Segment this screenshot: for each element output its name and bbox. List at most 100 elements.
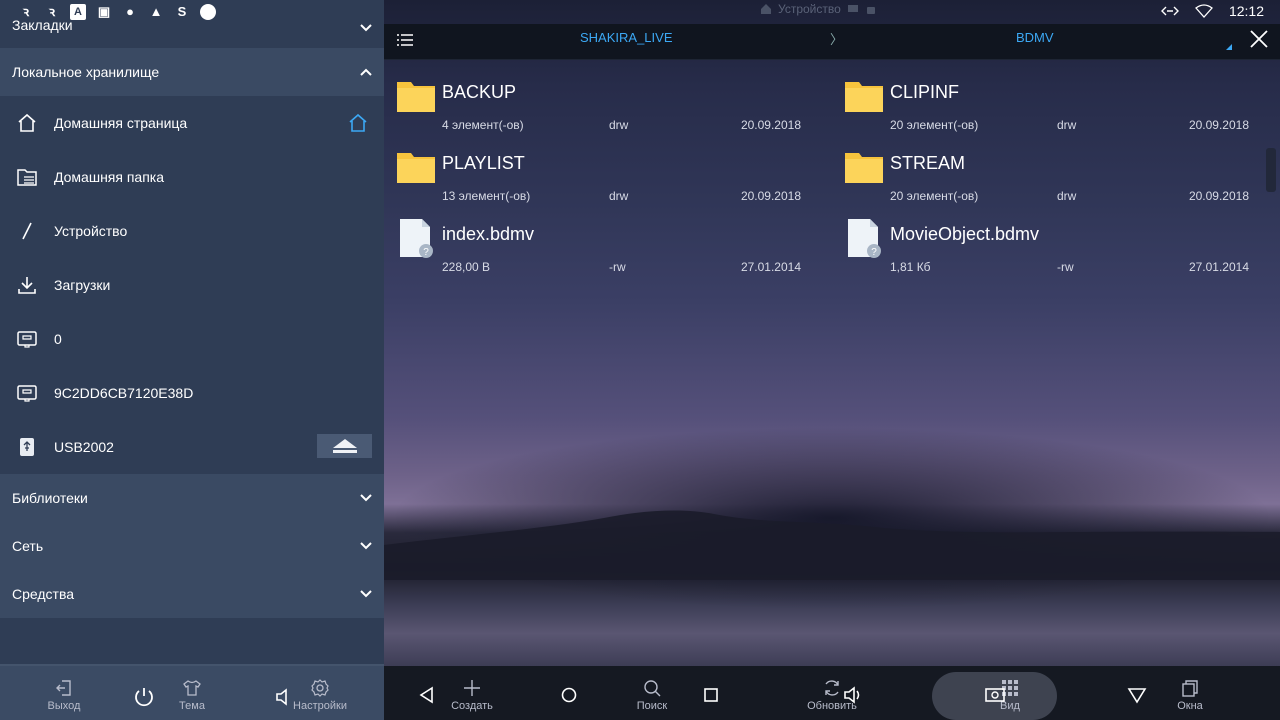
folder-icon [845,153,883,183]
file-name: BACKUP [442,82,517,102]
file-date: 20.09.2018 [1188,189,1249,203]
view-label: Вид [1000,700,1020,712]
back-icon[interactable] [416,684,438,706]
breadcrumb-bdmv[interactable]: BDMV [1016,30,1054,45]
sidebar-item-storage-0[interactable]: 0 [0,312,384,366]
folder-icon [397,82,435,112]
ethernet-icon [1160,6,1179,16]
screenshot-icon[interactable] [984,684,1006,706]
status-center: Устройство [760,2,877,16]
eject-icon [332,439,357,453]
breadcrumb-shakira-live[interactable]: SHAKIRA_LIVE [580,30,673,45]
file-name: CLIPINF [890,82,960,102]
sidebar-item-storage-9c2dd6[interactable]: 9C2DD6CB7120E38D [0,366,384,420]
file-item-clipinf[interactable]: CLIPINF 20 элемент(-ов) drw 20.09.2018 [832,66,1252,136]
s-icon: S [177,4,187,19]
svg-text:?: ? [423,247,429,258]
path-bar: SHAKIRA_LIVE 〉 BDMV [384,24,1280,60]
sidebar-item-label: Загрузки [54,277,111,293]
file-item-stream[interactable]: STREAM 20 элемент(-ов) drw 20.09.2018 [832,137,1252,207]
home-icon [761,4,771,14]
file-meta: 228,00 B [442,260,491,274]
file-item-playlist[interactable]: PLAYLIST 13 элемент(-ов) drw 20.09.2018 [384,137,804,207]
android-icon [866,7,875,14]
file-item-backup[interactable]: BACKUP 4 элемент(-ов) drw 20.09.2018 [384,66,804,136]
home-circle-icon[interactable] [558,684,580,706]
sidebar-item-home-folder[interactable]: Домашняя папка [0,150,384,204]
folder-list-icon [17,169,37,186]
exit-icon [56,680,71,696]
clock: 12:12 [1228,3,1264,19]
create-button[interactable]: Создать [432,666,512,720]
file-date: 27.01.2014 [1188,260,1249,274]
default-home-icon[interactable] [348,113,368,133]
wifi-icon [1194,4,1213,18]
tools-header[interactable]: Средства [0,570,384,618]
navigation-drawer: Закладки Локальное хранилище Домашняя ст… [0,0,384,720]
local-storage-header[interactable]: Локальное хранилище [0,48,384,96]
list-menu-icon[interactable] [396,31,414,49]
file-name: index.bdmv [442,224,535,244]
file-item-movieobject-bdmv[interactable]: ? MovieObject.bdmv 1,81 Кб -rw 27.01.201… [832,208,1252,278]
folder-icon [845,82,883,112]
sidebar-item-label: 0 [54,331,62,347]
sidebar-item-label: 9C2DD6CB7120E38D [54,385,194,401]
file-meta: 20 элемент(-ов) [890,189,979,203]
home-icon [18,113,36,132]
sidebar-item-label: Домашняя папка [54,169,165,185]
sidebar-item-label: USB2002 [54,439,114,455]
corner-triangle-icon [1226,44,1232,50]
search-label: Поиск [636,700,668,712]
local-storage-header-label: Локальное хранилище [12,64,160,80]
recents-icon[interactable] [700,684,722,706]
settings-button[interactable]: Настройки [280,666,360,720]
usb-icon [20,438,34,456]
scrollbar-handle[interactable] [1266,148,1276,192]
circle-icon [200,4,216,20]
breadcrumb-separator: 〉 [830,32,844,47]
gear-icon [311,679,329,697]
slash-icon [22,222,32,240]
windows-label: Окна [1177,700,1203,712]
eject-button[interactable] [317,434,372,458]
sidebar-item-downloads[interactable]: Загрузки [0,258,384,312]
exit-button[interactable]: Выход [24,666,104,720]
shirt-icon [183,680,201,696]
file-date: 20.09.2018 [740,189,801,203]
chevron-up-icon [360,68,372,76]
create-label: Создать [451,700,493,712]
file-permissions: -rw [1057,260,1074,274]
file-meta: 20 элемент(-ов) [890,118,979,132]
file-meta: 1,81 Кб [890,260,931,274]
sidebar-item-home-page[interactable]: Домашняя страница [0,96,384,150]
file-name: STREAM [890,153,966,173]
sd-card-icon [17,331,37,348]
theme-button[interactable]: Тема [152,666,232,720]
file-permissions: drw [609,189,629,203]
svg-text:?: ? [871,247,877,258]
search-icon [644,680,661,697]
network-header[interactable]: Сеть [0,522,384,570]
notification-icons: ꝛ ꝛ A ▣ ● ▲ S [18,4,216,20]
file-item-index-bdmv[interactable]: ? index.bdmv 228,00 B -rw 27.01.2014 [384,208,804,278]
file-meta: 4 элемент(-ов) [442,118,524,132]
windows-icon [1182,680,1198,697]
windows-button[interactable]: Окна [1150,666,1230,720]
search-button[interactable]: Поиск [612,666,692,720]
chevron-down-icon [360,542,372,550]
sidebar-item-device[interactable]: Устройство [0,204,384,258]
file-name: PLAYLIST [442,153,525,173]
sidebar-item-label: Домашняя страница [54,115,188,131]
chevron-down-icon [360,590,372,598]
close-icon[interactable] [1248,28,1270,50]
settings-label: Настройки [293,700,347,712]
libraries-header[interactable]: Библиотеки [0,474,384,522]
tools-header-label: Средства [12,586,75,602]
notification-icon-1: ꝛ [22,4,30,19]
volume-icon[interactable] [842,684,864,706]
sidebar-item-usb2002[interactable]: USB2002 [0,420,384,474]
dropdown-triangle-icon[interactable] [1126,684,1148,706]
sidebar-item-label: Устройство [54,223,128,239]
status-right: 12:12 [1160,3,1264,19]
view-button[interactable]: Вид [970,666,1050,720]
